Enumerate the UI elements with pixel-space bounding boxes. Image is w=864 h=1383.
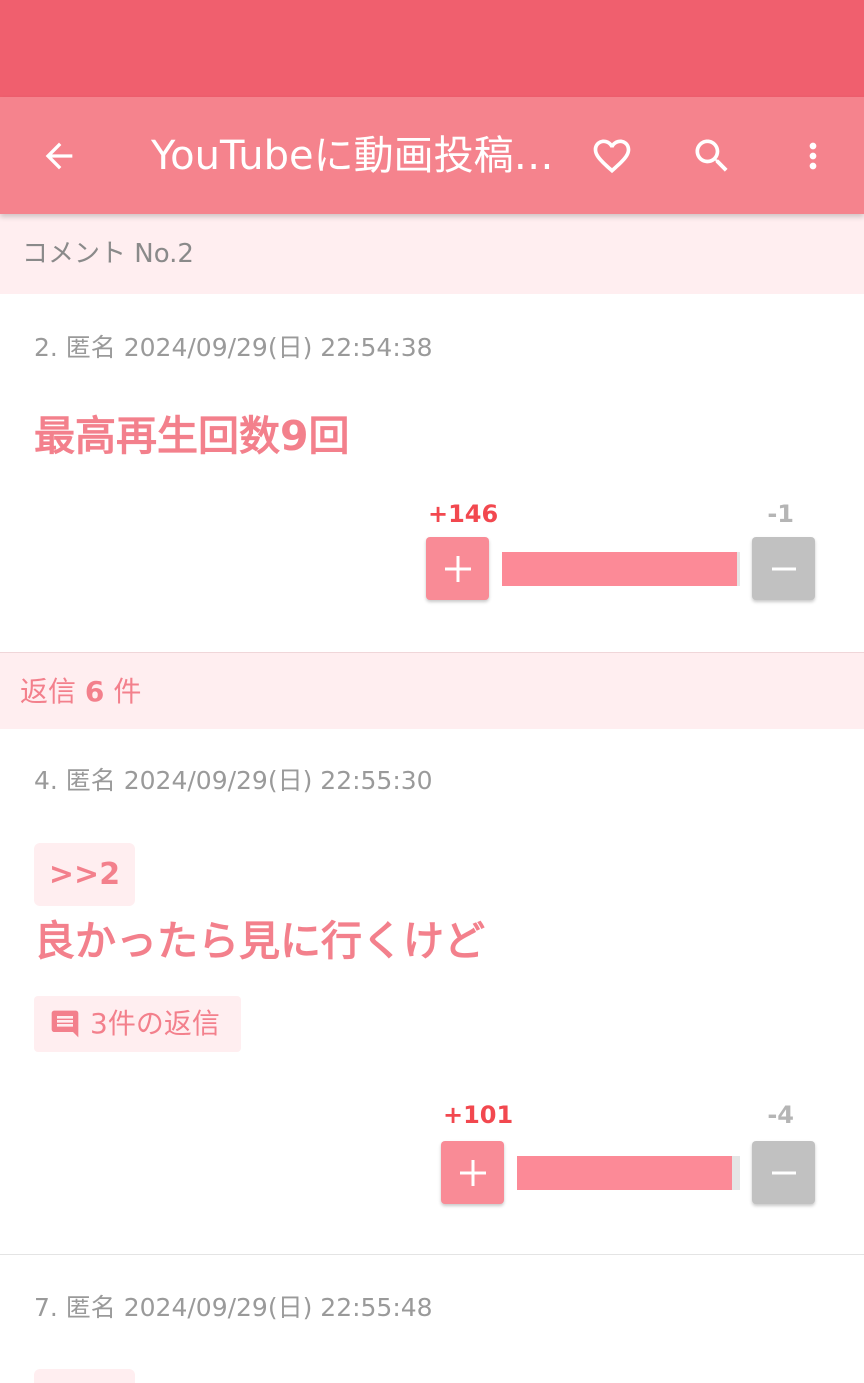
search-icon xyxy=(695,139,728,172)
status-bar xyxy=(0,0,864,97)
comment-number-header: コメント No.2 xyxy=(0,214,864,294)
comment-icon xyxy=(48,1007,82,1041)
vote-ratio-fill xyxy=(517,1156,732,1190)
plus-count: +146 xyxy=(428,500,499,528)
search-button[interactable] xyxy=(677,121,747,191)
replies-header-label: 返信 6 件 xyxy=(20,673,141,711)
plus-count: +101 xyxy=(443,1101,514,1129)
vote-widget: +101 -4 xyxy=(441,1100,816,1204)
plus-vote-button[interactable] xyxy=(441,1141,504,1204)
minus-vote-button[interactable] xyxy=(752,537,815,600)
heart-outline-icon xyxy=(593,139,631,174)
arrow-back-icon xyxy=(45,142,73,170)
minus-icon xyxy=(771,1171,796,1174)
replies-header: 返信 6 件 xyxy=(0,652,864,729)
comment-meta: 4. 匿名 2024/09/29(日) 22:55:30 xyxy=(34,766,433,795)
minus-vote-button[interactable] xyxy=(752,1141,815,1204)
comment-meta: 7. 匿名 2024/09/29(日) 22:55:48 xyxy=(34,1293,433,1322)
favorite-button[interactable] xyxy=(577,121,647,191)
page-title: YouTubeに動画投稿したんだけどさぁ… xyxy=(151,133,561,179)
view-replies-label: 3件の返信 xyxy=(90,1007,220,1040)
more-options-button[interactable] xyxy=(778,121,848,191)
app-bar: YouTubeに動画投稿したんだけどさぁ… xyxy=(0,97,864,214)
anchor-link[interactable]: >>2 xyxy=(34,843,135,906)
comment-item: 2. 匿名 2024/09/29(日) 22:54:38 最高再生回数9回 +1… xyxy=(0,294,864,652)
comment-item: 7. 匿名 2024/09/29(日) 22:55:48 xyxy=(0,1256,864,1383)
vote-ratio-bar xyxy=(517,1156,740,1190)
vote-ratio-fill xyxy=(502,552,737,586)
anchor-link[interactable] xyxy=(34,1369,135,1383)
comment-number-label: コメント No.2 xyxy=(22,239,194,269)
minus-count: -4 xyxy=(767,1101,794,1129)
minus-icon xyxy=(771,567,796,570)
back-button[interactable] xyxy=(24,121,94,191)
comment-text: 最高再生回数9回 xyxy=(34,412,350,460)
comment-meta: 2. 匿名 2024/09/29(日) 22:54:38 xyxy=(34,333,433,362)
plus-vote-button[interactable] xyxy=(426,537,489,600)
replies-prefix: 返信 xyxy=(20,675,77,708)
vote-widget: +146 -1 xyxy=(426,499,816,600)
comment-item: 4. 匿名 2024/09/29(日) 22:55:30 >>2 良かったら見に… xyxy=(0,729,864,1255)
more-vert-icon xyxy=(809,142,817,170)
plus-icon xyxy=(444,555,471,582)
vote-ratio-bar xyxy=(502,552,740,586)
replies-suffix: 件 xyxy=(113,675,142,708)
plus-icon xyxy=(459,1159,486,1186)
minus-count: -1 xyxy=(767,500,794,528)
replies-count: 6 xyxy=(84,675,105,708)
comment-text: 良かったら見に行くけど xyxy=(34,917,485,965)
view-replies-button[interactable]: 3件の返信 xyxy=(34,996,241,1052)
